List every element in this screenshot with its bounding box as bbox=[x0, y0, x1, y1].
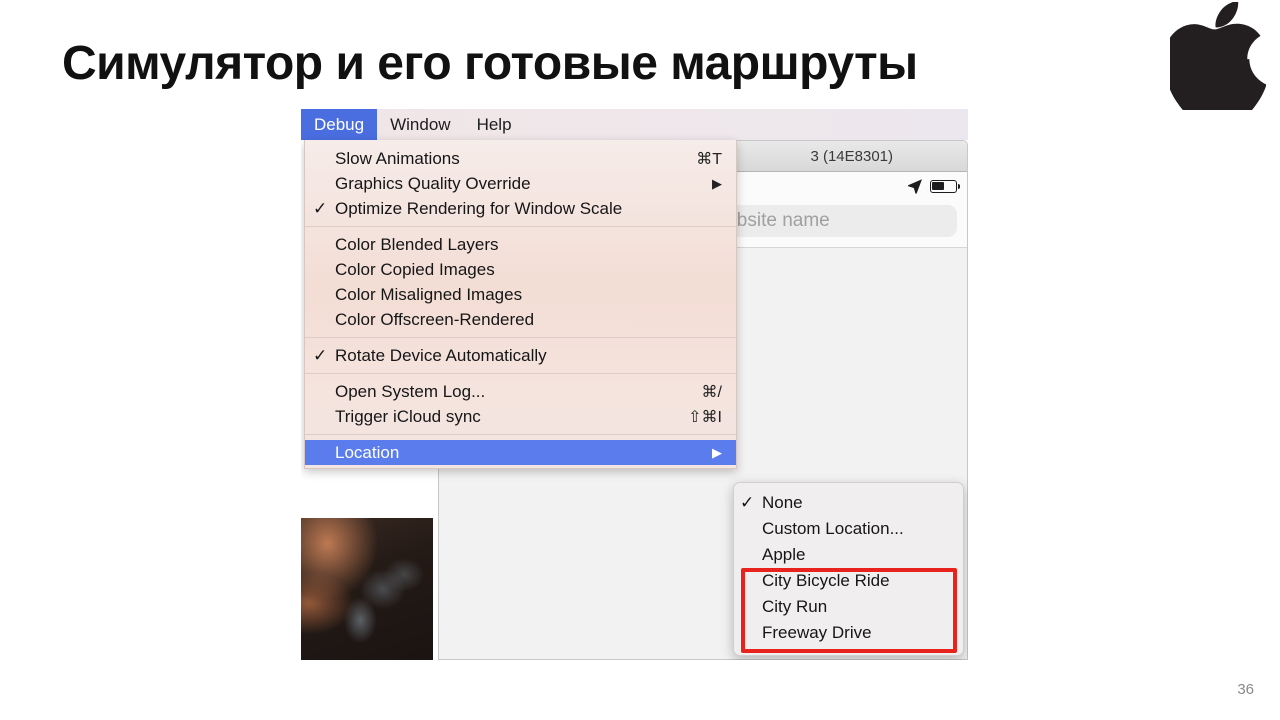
menu-item-label: Color Offscreen-Rendered bbox=[335, 309, 535, 329]
menu-item-label: Trigger iCloud sync bbox=[335, 406, 481, 426]
menu-item-shortcut: ⌘T bbox=[696, 150, 722, 168]
menu-item-label: Optimize Rendering for Window Scale bbox=[335, 198, 623, 218]
photo-thumbnail bbox=[301, 518, 433, 660]
menu-item-slow-animations[interactable]: Slow Animations ⌘T bbox=[305, 146, 736, 171]
menu-item-location[interactable]: Location ▶ bbox=[305, 440, 736, 465]
menu-item-rotate-device-automatically[interactable]: ✓ Rotate Device Automatically bbox=[305, 343, 736, 368]
menu-separator bbox=[305, 226, 736, 227]
checkmark-icon: ✓ bbox=[740, 493, 755, 512]
simulator-titlebar-text: 3 (14E8301) bbox=[810, 147, 893, 165]
menu-item-color-offscreen-rendered[interactable]: Color Offscreen-Rendered bbox=[305, 307, 736, 332]
menu-separator bbox=[305, 373, 736, 374]
menu-item-label: Graphics Quality Override bbox=[335, 173, 531, 193]
menu-separator bbox=[305, 337, 736, 338]
debug-dropdown-menu: Slow Animations ⌘T Graphics Quality Over… bbox=[304, 140, 737, 469]
menu-item-label: Rotate Device Automatically bbox=[335, 345, 547, 365]
menu-item-color-copied-images[interactable]: Color Copied Images bbox=[305, 257, 736, 282]
menubar-item-debug[interactable]: Debug bbox=[301, 109, 378, 140]
menu-item-color-misaligned-images[interactable]: Color Misaligned Images bbox=[305, 282, 736, 307]
checkmark-icon: ✓ bbox=[313, 345, 328, 365]
location-item-label: Apple bbox=[762, 545, 806, 564]
menu-item-label: Color Misaligned Images bbox=[335, 284, 523, 304]
location-item-custom-location[interactable]: Custom Location... bbox=[734, 516, 963, 542]
menu-item-graphics-quality-override[interactable]: Graphics Quality Override ▶ bbox=[305, 171, 736, 196]
macos-menu-bar: Debug Window Help bbox=[301, 109, 968, 140]
menu-item-open-system-log[interactable]: Open System Log... ⌘/ bbox=[305, 379, 736, 404]
location-item-apple[interactable]: Apple bbox=[734, 542, 963, 568]
menu-item-label: Color Copied Images bbox=[335, 259, 495, 279]
menubar-item-help[interactable]: Help bbox=[464, 109, 525, 140]
location-item-label: None bbox=[762, 493, 803, 512]
menu-item-shortcut: ⇧⌘I bbox=[688, 408, 722, 426]
simulator-screenshot: 3 (14E8301) M Search or enter website na… bbox=[301, 109, 968, 660]
chevron-right-icon: ▶ bbox=[712, 444, 722, 460]
menu-item-color-blended-layers[interactable]: Color Blended Layers bbox=[305, 232, 736, 257]
location-item-city-run[interactable]: City Run bbox=[734, 594, 963, 620]
location-item-label: Custom Location... bbox=[762, 519, 904, 538]
location-item-none[interactable]: ✓ None bbox=[734, 490, 963, 516]
location-item-city-bicycle-ride[interactable]: City Bicycle Ride bbox=[734, 568, 963, 594]
menu-item-shortcut: ⌘/ bbox=[701, 383, 722, 401]
apple-logo-icon bbox=[1170, 2, 1266, 110]
location-item-label: City Bicycle Ride bbox=[762, 571, 890, 590]
menu-item-label: Location bbox=[335, 442, 400, 462]
menu-item-optimize-rendering[interactable]: ✓ Optimize Rendering for Window Scale bbox=[305, 196, 736, 221]
chevron-right-icon: ▶ bbox=[712, 175, 722, 191]
menu-item-label: Slow Animations bbox=[335, 148, 460, 168]
page-title: Симулятор и его готовые маршруты bbox=[62, 37, 918, 90]
battery-icon bbox=[930, 179, 961, 193]
location-submenu: ✓ None Custom Location... Apple City Bic… bbox=[733, 482, 964, 656]
status-bar-indicators bbox=[907, 178, 961, 194]
menu-item-label: Color Blended Layers bbox=[335, 234, 499, 254]
location-item-label: Freeway Drive bbox=[762, 623, 872, 642]
location-item-freeway-drive[interactable]: Freeway Drive bbox=[734, 620, 963, 646]
menu-item-label: Open System Log... bbox=[335, 381, 486, 401]
menu-item-trigger-icloud-sync[interactable]: Trigger iCloud sync ⇧⌘I bbox=[305, 404, 736, 429]
page-number: 36 bbox=[1237, 681, 1254, 698]
menubar-item-window[interactable]: Window bbox=[377, 109, 463, 140]
location-item-label: City Run bbox=[762, 597, 828, 616]
checkmark-icon: ✓ bbox=[313, 198, 328, 218]
location-arrow-icon bbox=[907, 179, 922, 194]
menu-separator bbox=[305, 434, 736, 435]
